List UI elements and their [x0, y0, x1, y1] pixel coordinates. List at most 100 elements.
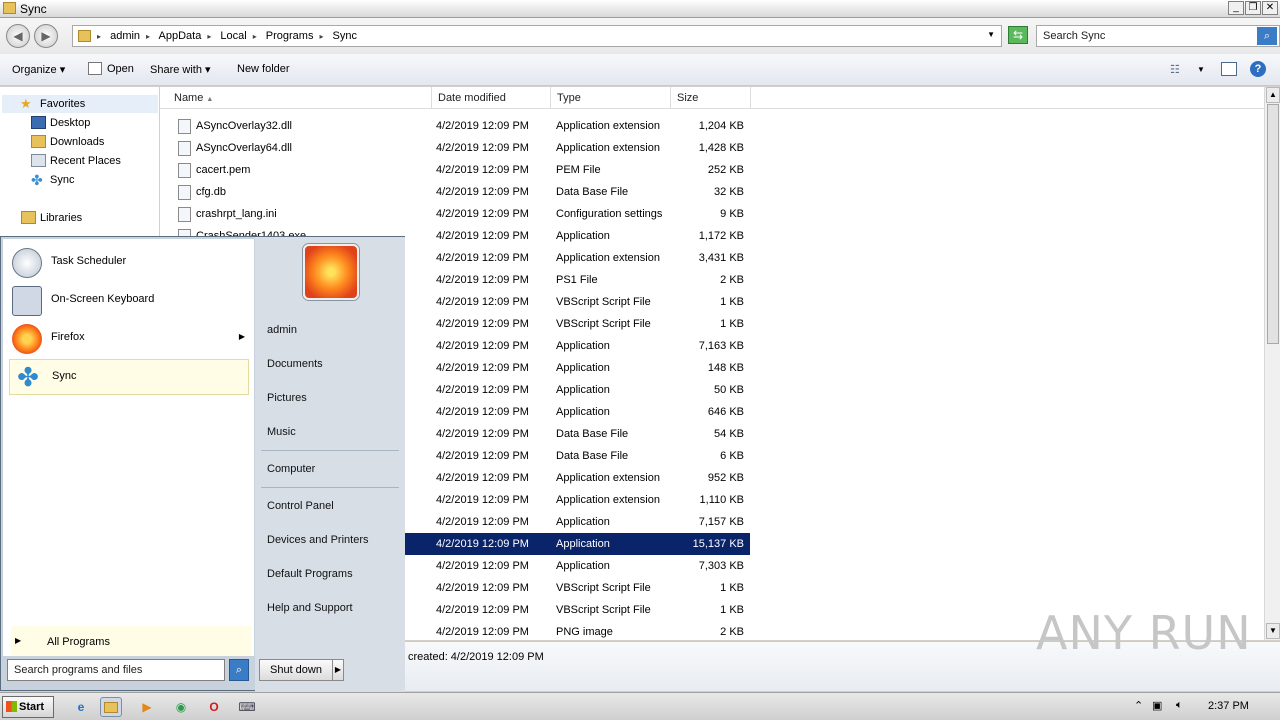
breadcrumb-appdata[interactable]: AppData	[159, 30, 202, 42]
search-icon[interactable]: ⌕	[229, 659, 249, 681]
file-date: 4/2/2019 12:09 PM	[436, 560, 529, 572]
link-documents[interactable]: Documents	[267, 358, 323, 370]
minimize-button[interactable]: _	[1228, 1, 1244, 15]
link-devices-and-printers[interactable]: Devices and Printers	[267, 534, 369, 546]
firefox-icon	[12, 324, 42, 354]
file-date: 4/2/2019 12:09 PM	[436, 296, 529, 308]
desktop-icon	[31, 116, 46, 129]
nav-favorites[interactable]: ★ Favorites	[20, 95, 85, 113]
file-type: PNG image	[556, 626, 613, 638]
volume-icon[interactable]: 🔈︎	[1176, 699, 1183, 712]
table-row[interactable]: crashrpt_lang.ini 4/2/2019 12:09 PM Config…	[160, 203, 750, 225]
link-admin[interactable]: admin	[267, 324, 297, 336]
column-type[interactable]: Type	[551, 87, 671, 109]
program-on-screen-keyboard[interactable]: On-Screen Keyboard	[9, 283, 249, 319]
scroll-down-arrow[interactable]: ▼	[1266, 623, 1280, 639]
breadcrumb-admin[interactable]: admin	[110, 30, 140, 42]
file-date: 4/2/2019 12:09 PM	[436, 582, 529, 594]
file-type: Configuration settings	[556, 208, 663, 220]
scroll-up-arrow[interactable]: ▲	[1266, 87, 1280, 103]
organize-button[interactable]: Organize ▾	[12, 63, 65, 76]
file-date: 4/2/2019 12:09 PM	[436, 230, 529, 242]
share-with-button[interactable]: Share with ▾	[150, 63, 211, 76]
nav-recent-places[interactable]: Recent Places	[31, 152, 121, 170]
file-size: 6 KB	[720, 450, 744, 462]
restore-button[interactable]: ❐	[1245, 1, 1261, 15]
link-default-programs[interactable]: Default Programs	[267, 568, 353, 580]
view-options-icon[interactable]: ☷	[1170, 63, 1180, 76]
close-button[interactable]: ✕	[1262, 1, 1278, 15]
user-avatar[interactable]	[303, 244, 359, 300]
forward-button[interactable]: ▶	[34, 24, 58, 48]
show-hidden-icons[interactable]: ⌃	[1134, 699, 1143, 712]
file-date: 4/2/2019 12:09 PM	[436, 208, 529, 220]
file-type: Application	[556, 406, 610, 418]
table-row[interactable]: ASyncOverlay32.dll 4/2/2019 12:09 PM Appli…	[160, 115, 750, 137]
table-row[interactable]: cfg.db 4/2/2019 12:09 PM Data Base File 32 …	[160, 181, 750, 203]
vertical-scrollbar[interactable]: ▲ ▼	[1264, 87, 1280, 640]
refresh-button[interactable]: ⇆	[1008, 26, 1028, 44]
start-menu: Task Scheduler On-Screen Keyboard Firefo…	[0, 236, 405, 692]
chevron-down-icon[interactable]: ▼	[1197, 65, 1205, 74]
shutdown-button[interactable]: Shut down	[259, 659, 333, 681]
file-name: ASyncOverlay32.dll	[196, 120, 292, 132]
file-type: PEM File	[556, 164, 601, 176]
link-music[interactable]: Music	[267, 426, 296, 438]
clock[interactable]: 2:37 PM	[1208, 700, 1249, 712]
start-button[interactable]: Start	[2, 696, 54, 718]
file-type: Data Base File	[556, 450, 629, 462]
file-date: 4/2/2019 12:09 PM	[436, 384, 529, 396]
chrome-icon[interactable]: ◉	[170, 697, 192, 717]
link-pictures[interactable]: Pictures	[267, 392, 307, 404]
file-size: 1 KB	[720, 604, 744, 616]
address-field[interactable]: ▸ admin ▸ AppData ▸ Local ▸ Programs ▸ Sync …	[72, 25, 1002, 47]
media-player-icon[interactable]: ▶	[136, 697, 158, 717]
all-programs[interactable]: ▶ All Programs	[11, 626, 251, 656]
help-icon[interactable]: ?	[1250, 61, 1266, 77]
column-date-modified[interactable]: Date modified	[432, 87, 551, 109]
keyboard-icon[interactable]: ⌨	[236, 697, 258, 717]
nav-desktop[interactable]: Desktop	[31, 114, 90, 132]
nav-downloads[interactable]: Downloads	[31, 133, 104, 151]
file-type: Application	[556, 362, 610, 374]
file-size: 952 KB	[707, 472, 744, 484]
system-tray: ⌃ ▣ 🔈︎	[1128, 696, 1278, 718]
search-icon[interactable]: ⌕	[1257, 27, 1277, 45]
file-size: 1 KB	[720, 318, 744, 330]
explorer-icon[interactable]	[100, 697, 122, 717]
shutdown-options-button[interactable]: ▶	[332, 659, 344, 681]
details-created: created: 4/2/2019 12:09 PM	[408, 651, 544, 663]
nav-libraries[interactable]: Libraries	[21, 209, 82, 227]
program-task-scheduler[interactable]: Task Scheduler	[9, 245, 249, 281]
link-help-and-support[interactable]: Help and Support	[267, 602, 353, 614]
internet-explorer-icon[interactable]: e	[70, 697, 92, 717]
open-button[interactable]: Open	[107, 63, 134, 75]
breadcrumb-local[interactable]: Local	[220, 30, 246, 42]
clock-icon	[12, 248, 42, 278]
file-size: 9 KB	[720, 208, 744, 220]
table-row[interactable]: ASyncOverlay64.dll 4/2/2019 12:09 PM Appli…	[160, 137, 750, 159]
program-firefox[interactable]: Firefox ▶	[9, 321, 249, 357]
breadcrumb-sync[interactable]: Sync	[333, 30, 357, 42]
search-input[interactable]: Search Sync ⌕	[1036, 25, 1280, 47]
preview-pane-icon[interactable]	[1221, 62, 1237, 76]
new-folder-button[interactable]: New folder	[237, 63, 290, 75]
opera-icon[interactable]: O	[203, 697, 225, 717]
breadcrumb-programs[interactable]: Programs	[266, 30, 314, 42]
start-search-input[interactable]: Search programs and files	[7, 659, 225, 681]
scroll-thumb[interactable]	[1267, 104, 1279, 344]
file-icon	[178, 141, 191, 156]
table-row[interactable]: cacert.pem 4/2/2019 12:09 PM PEM File 252 K…	[160, 159, 750, 181]
file-date: 4/2/2019 12:09 PM	[436, 406, 529, 418]
nav-sync[interactable]: ✤ Sync	[31, 171, 74, 189]
chevron-down-icon[interactable]: ▼	[987, 30, 995, 39]
program-sync[interactable]: ✤ Sync	[9, 359, 249, 395]
sync-icon: ✤	[31, 172, 43, 188]
link-control-panel[interactable]: Control Panel	[267, 500, 334, 512]
column-size[interactable]: Size	[671, 87, 751, 109]
back-button[interactable]: ◀	[6, 24, 30, 48]
column-name[interactable]: Name ▲	[168, 87, 432, 109]
network-icon[interactable]: ▣	[1152, 699, 1162, 712]
libraries-icon	[21, 211, 36, 224]
link-computer[interactable]: Computer	[267, 463, 315, 475]
